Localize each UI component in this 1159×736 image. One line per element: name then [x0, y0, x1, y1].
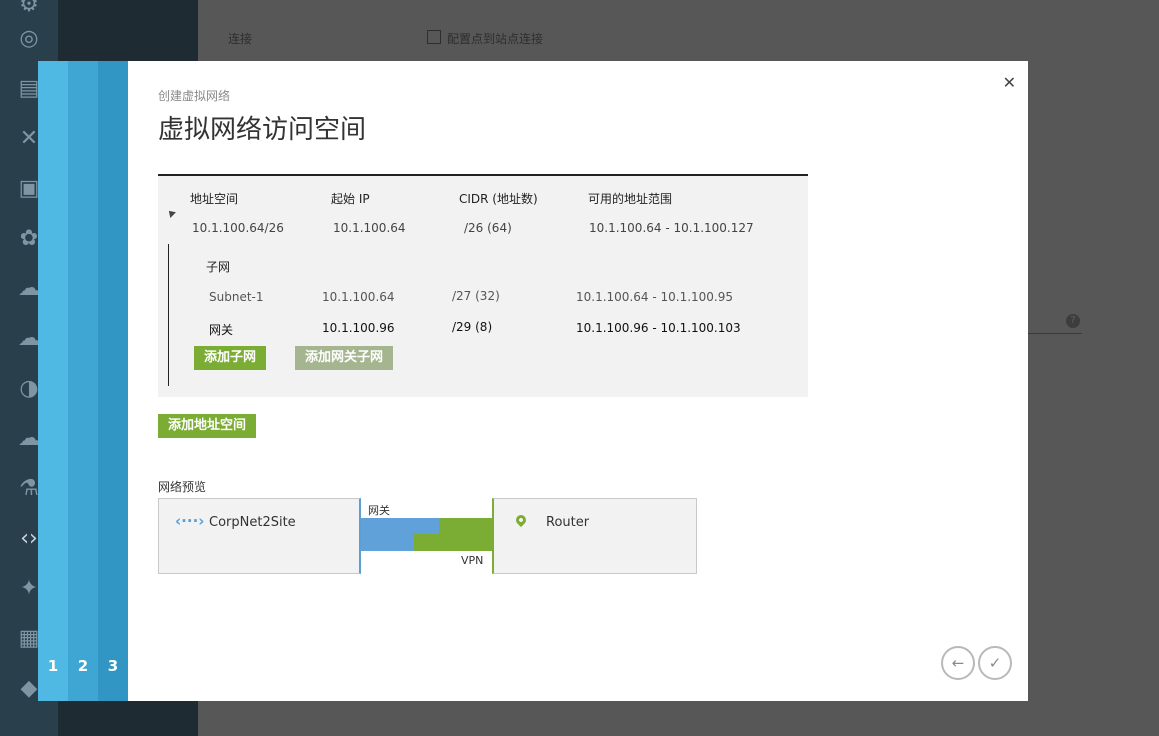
create-virtual-network-dialog: ✕ 创建虚拟网络 虚拟网络访问空间 地址空间 起始 IP CIDR (地址数) …	[128, 61, 1028, 701]
arrow-left-icon: ←	[951, 654, 965, 672]
subnet-range: 10.1.100.64 - 10.1.100.95	[576, 290, 734, 304]
subnet-name[interactable]: Subnet-1	[209, 290, 264, 304]
gateway-subnet-cidr[interactable]: /29 (8)	[452, 320, 492, 334]
wizard-steps: 1 2 3	[38, 61, 128, 701]
finish-button[interactable]: ✓	[978, 646, 1012, 680]
subnet-heading: 子网	[206, 260, 231, 274]
point-to-site-label: 配置点到站点连接	[447, 32, 544, 46]
subnet-tree-line	[168, 244, 169, 386]
column-header-cidr: CIDR (地址数)	[459, 192, 538, 206]
point-to-site-checkbox[interactable]	[427, 30, 441, 44]
network-preview-box: ‹···› CorpNet2Site	[158, 498, 361, 574]
websites-icon[interactable]: ⚙	[14, 0, 44, 20]
step-number: 2	[77, 657, 89, 675]
column-header-range: 可用的地址范围	[588, 192, 673, 206]
subnet-cidr[interactable]: /27 (32)	[452, 289, 500, 303]
connection-label: 连接	[228, 32, 253, 46]
wizard-step-3[interactable]: 3	[98, 61, 128, 701]
wizard-step-2[interactable]: 2	[68, 61, 98, 701]
gateway-label: 网关	[368, 504, 390, 517]
dialog-subtitle: 创建虚拟网络	[158, 89, 231, 103]
back-button[interactable]: ←	[941, 646, 975, 680]
network-preview-label: 网络预览	[158, 480, 207, 494]
add-subnet-button[interactable]: 添加子网	[194, 346, 267, 370]
step-number: 1	[47, 657, 59, 675]
vpn-connection-bar-top	[439, 518, 492, 534]
gateway-subnet-start-ip: 10.1.100.96	[322, 321, 395, 335]
gateway-subnet-range: 10.1.100.96 - 10.1.100.103	[576, 321, 741, 335]
add-address-space-button[interactable]: 添加地址空间	[158, 414, 257, 438]
location-pin-icon	[513, 512, 529, 528]
column-header-start-ip: 起始 IP	[331, 192, 370, 206]
cidr-value[interactable]: /26 (64)	[464, 221, 512, 235]
address-space-value[interactable]: 10.1.100.64/26	[192, 221, 284, 235]
range-value: 10.1.100.64 - 10.1.100.127	[589, 221, 754, 235]
vpn-label: VPN	[461, 554, 484, 567]
column-header-address-space: 地址空间	[190, 192, 239, 206]
question-icon[interactable]: ?	[1066, 314, 1080, 328]
collapse-triangle-icon[interactable]	[166, 208, 176, 218]
gateway-subnet-name: 网关	[209, 323, 234, 337]
close-icon[interactable]: ✕	[1003, 73, 1016, 92]
step-number: 3	[107, 657, 119, 675]
dialog-title: 虚拟网络访问空间	[158, 115, 367, 145]
router-name: Router	[546, 515, 590, 530]
start-ip-value[interactable]: 10.1.100.64	[333, 221, 406, 235]
virtual-network-icon: ‹···›	[175, 512, 205, 530]
vpn-connection-bar	[414, 534, 492, 551]
network-name: CorpNet2Site	[209, 515, 296, 530]
subnet-start-ip[interactable]: 10.1.100.64	[322, 290, 395, 304]
address-space-panel: 地址空间 起始 IP CIDR (地址数) 可用的地址范围 10.1.100.6…	[158, 174, 808, 397]
router-preview-box: Router	[492, 498, 697, 574]
add-gateway-subnet-button[interactable]: 添加网关子网	[295, 346, 394, 370]
checkmark-icon: ✓	[988, 654, 1002, 672]
background-divider	[1028, 333, 1082, 334]
wizard-step-1[interactable]: 1	[38, 61, 68, 701]
mobile-services-icon[interactable]: ◎	[14, 24, 44, 54]
